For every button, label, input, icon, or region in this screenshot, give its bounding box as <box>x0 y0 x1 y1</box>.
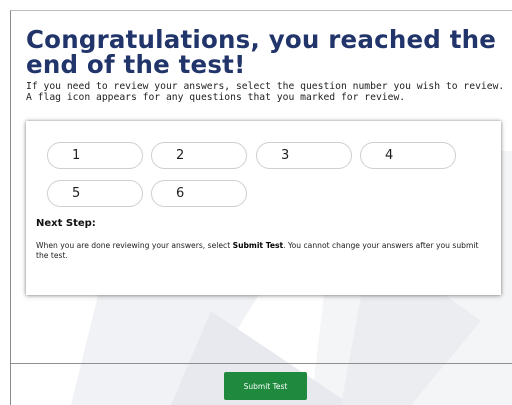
footer-divider <box>11 363 512 364</box>
question-button-5[interactable]: 5 <box>47 180 143 207</box>
question-button-6[interactable]: 6 <box>151 180 247 207</box>
submit-test-button[interactable]: Submit Test <box>224 372 307 400</box>
next-step-text: When you are done reviewing your answers… <box>36 241 491 261</box>
instructions-text: If you need to review your answers, sele… <box>26 81 505 103</box>
page-title: Congratulations, you reached the end of … <box>26 25 497 79</box>
next-step-text-bold: Submit Test <box>232 241 284 250</box>
question-button-3[interactable]: 3 <box>256 142 352 169</box>
next-step-heading: Next Step: <box>36 218 96 229</box>
question-button-4[interactable]: 4 <box>360 142 456 169</box>
next-step-text-pre: When you are done reviewing your answers… <box>36 241 233 250</box>
question-button-2[interactable]: 2 <box>151 142 247 169</box>
question-button-1[interactable]: 1 <box>47 142 143 169</box>
test-review-panel: Congratulations, you reached the end of … <box>10 10 512 405</box>
